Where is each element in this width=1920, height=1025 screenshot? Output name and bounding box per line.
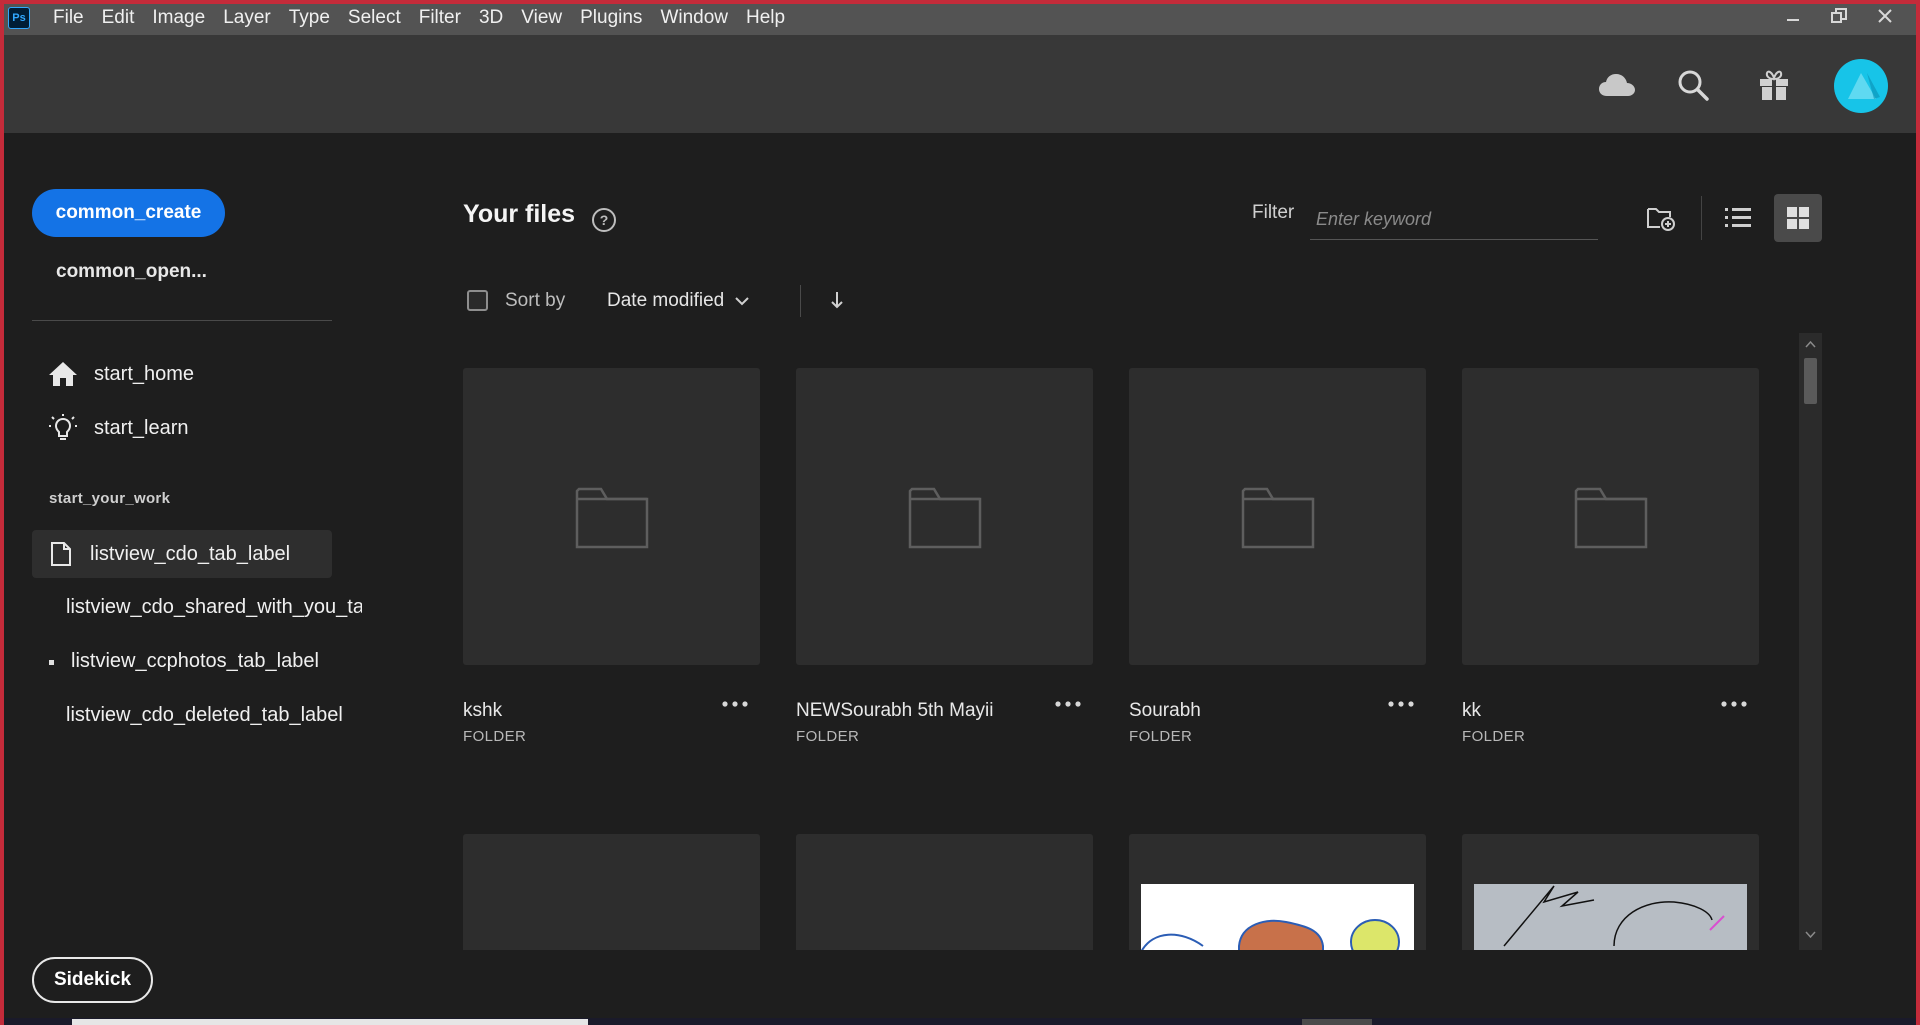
sidebar-tab-deleted[interactable]: listview_cdo_deleted_tab_label [66, 704, 343, 727]
document-icon [51, 542, 71, 566]
menu-select[interactable]: Select [339, 7, 410, 29]
scroll-down-icon [1805, 931, 1816, 938]
home-icon [49, 362, 77, 386]
vertical-scrollbar[interactable] [1799, 333, 1822, 950]
new-folder-icon [1647, 208, 1675, 231]
menu-type[interactable]: Type [280, 7, 339, 29]
sidebar-tab-cdo[interactable]: listview_cdo_tab_label [32, 530, 332, 578]
sort-direction-button[interactable] [826, 286, 848, 314]
header-bar [0, 35, 1920, 133]
search-icon [1678, 70, 1709, 101]
minimize-button[interactable] [1776, 2, 1810, 30]
lightbulb-icon [49, 414, 77, 440]
menu-view[interactable]: View [512, 7, 571, 29]
search-button[interactable] [1673, 65, 1713, 105]
sidekick-button[interactable]: Sidekick [32, 957, 153, 1003]
scroll-thumb[interactable] [1804, 358, 1817, 404]
sidebar-item-label: start_learn [94, 416, 189, 439]
sort-label: Sort by [505, 290, 566, 311]
file-thumbnail[interactable] [463, 834, 760, 950]
sort-divider [800, 285, 801, 317]
file-thumbnail[interactable] [1462, 834, 1759, 950]
avatar[interactable] [1834, 59, 1888, 113]
menu-filter[interactable]: Filter [410, 7, 470, 29]
restore-icon [1831, 8, 1847, 23]
menu-window[interactable]: Window [651, 7, 737, 29]
create-button[interactable]: common_create [32, 189, 225, 237]
page-title: Your files [463, 200, 576, 228]
help-icon[interactable]: ? [592, 208, 616, 232]
close-icon [1878, 9, 1892, 23]
new-folder-button[interactable] [1637, 194, 1685, 242]
sidebar-tab-shared[interactable]: listview_cdo_shared_with_you_tal [66, 596, 362, 619]
menu-bar: Ps File Edit Image Layer Type Select Fil… [0, 0, 1920, 35]
sort-dropdown[interactable]: Date modified [607, 290, 750, 312]
sidebar-item-label: start_home [94, 362, 195, 385]
gift-button[interactable] [1754, 65, 1794, 105]
artwork-preview [1141, 884, 1414, 950]
menu-image[interactable]: Image [143, 7, 214, 29]
window-controls [1776, 2, 1902, 30]
sidebar-tab-ccphotos[interactable]: listview_ccphotos_tab_label [71, 650, 319, 673]
menu-file[interactable]: File [44, 7, 93, 29]
grid-view-button[interactable] [1774, 194, 1822, 242]
menu-3d[interactable]: 3D [470, 7, 512, 29]
restore-button[interactable] [1822, 2, 1856, 30]
gift-icon [1760, 70, 1788, 100]
artwork-image [1503, 885, 1725, 947]
sidebar-tab-label: listview_cdo_shared_with_you_tal [66, 596, 362, 618]
taskbar-segment [72, 1019, 588, 1025]
cloud-button[interactable] [1597, 65, 1637, 105]
filter-input[interactable] [1310, 200, 1598, 240]
taskbar-segment [1302, 1019, 1372, 1025]
list-view-button[interactable] [1714, 194, 1762, 242]
file-thumbnail[interactable] [796, 834, 1093, 950]
section-label: start_your_work [49, 490, 171, 507]
artwork-image [1141, 919, 1400, 950]
grid-view-icon [1787, 207, 1809, 229]
minimize-icon [1787, 19, 1799, 21]
app-logo: Ps [8, 6, 30, 29]
menu-plugins[interactable]: Plugins [571, 7, 651, 29]
sort-value: Date modified [607, 290, 725, 311]
artwork-preview [1474, 884, 1747, 950]
file-grid-overflow [463, 368, 1773, 950]
file-thumbnail[interactable] [1129, 834, 1426, 950]
menu-edit[interactable]: Edit [93, 7, 144, 29]
bullet-icon [49, 660, 54, 665]
arrow-down-icon [831, 292, 843, 309]
sidebar-item-learn[interactable]: start_learn [48, 413, 189, 443]
sidebar-item-home[interactable]: start_home [48, 360, 194, 388]
chevron-down-icon [735, 297, 749, 306]
filter-label: Filter [1252, 202, 1295, 223]
select-all-checkbox[interactable] [467, 290, 488, 311]
menu-help[interactable]: Help [737, 7, 794, 29]
toolbar-divider [1701, 196, 1702, 240]
sidebar-divider [32, 320, 332, 321]
open-button[interactable]: common_open... [56, 261, 207, 283]
menu-layer[interactable]: Layer [214, 7, 280, 29]
list-view-icon [1725, 208, 1751, 227]
cloud-icon [1599, 74, 1635, 96]
avatar-image [1848, 73, 1880, 99]
sidebar-tab-label: listview_cdo_tab_label [90, 542, 291, 565]
close-button[interactable] [1868, 2, 1902, 30]
scroll-up-icon [1805, 341, 1816, 348]
